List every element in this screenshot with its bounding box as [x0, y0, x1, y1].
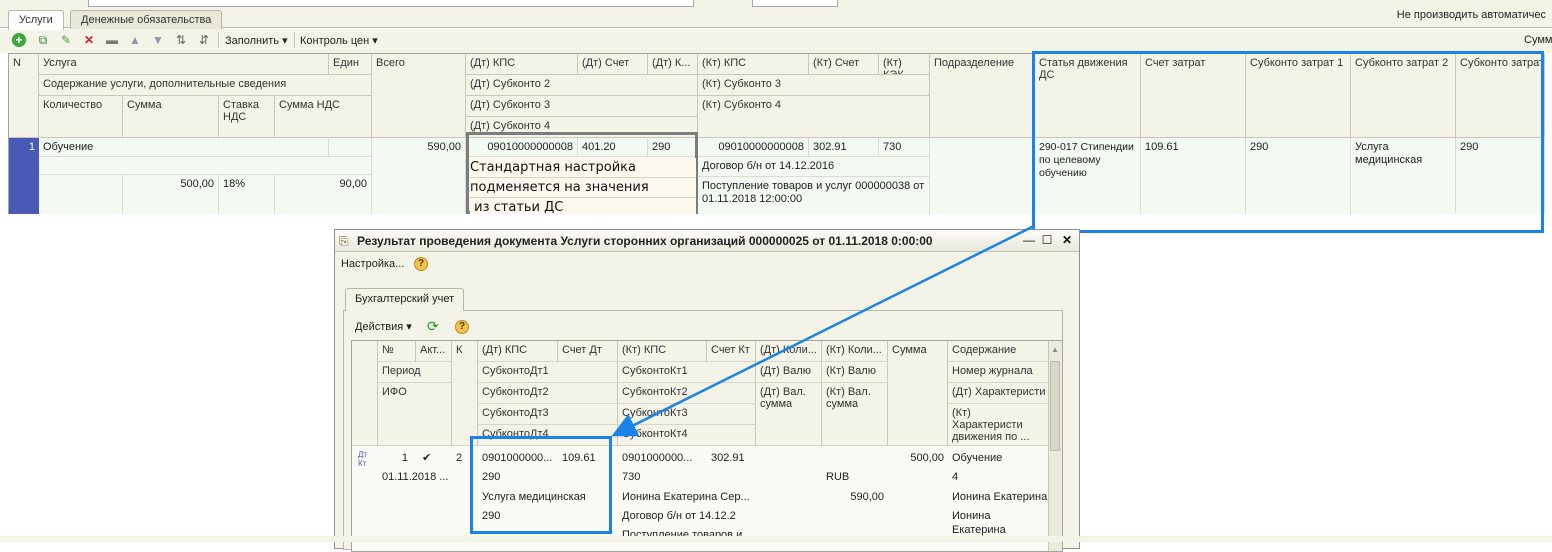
connector-arrow: [611, 224, 1035, 437]
status-strip: [0, 536, 1552, 542]
tab-services[interactable]: Услуги: [8, 10, 64, 30]
